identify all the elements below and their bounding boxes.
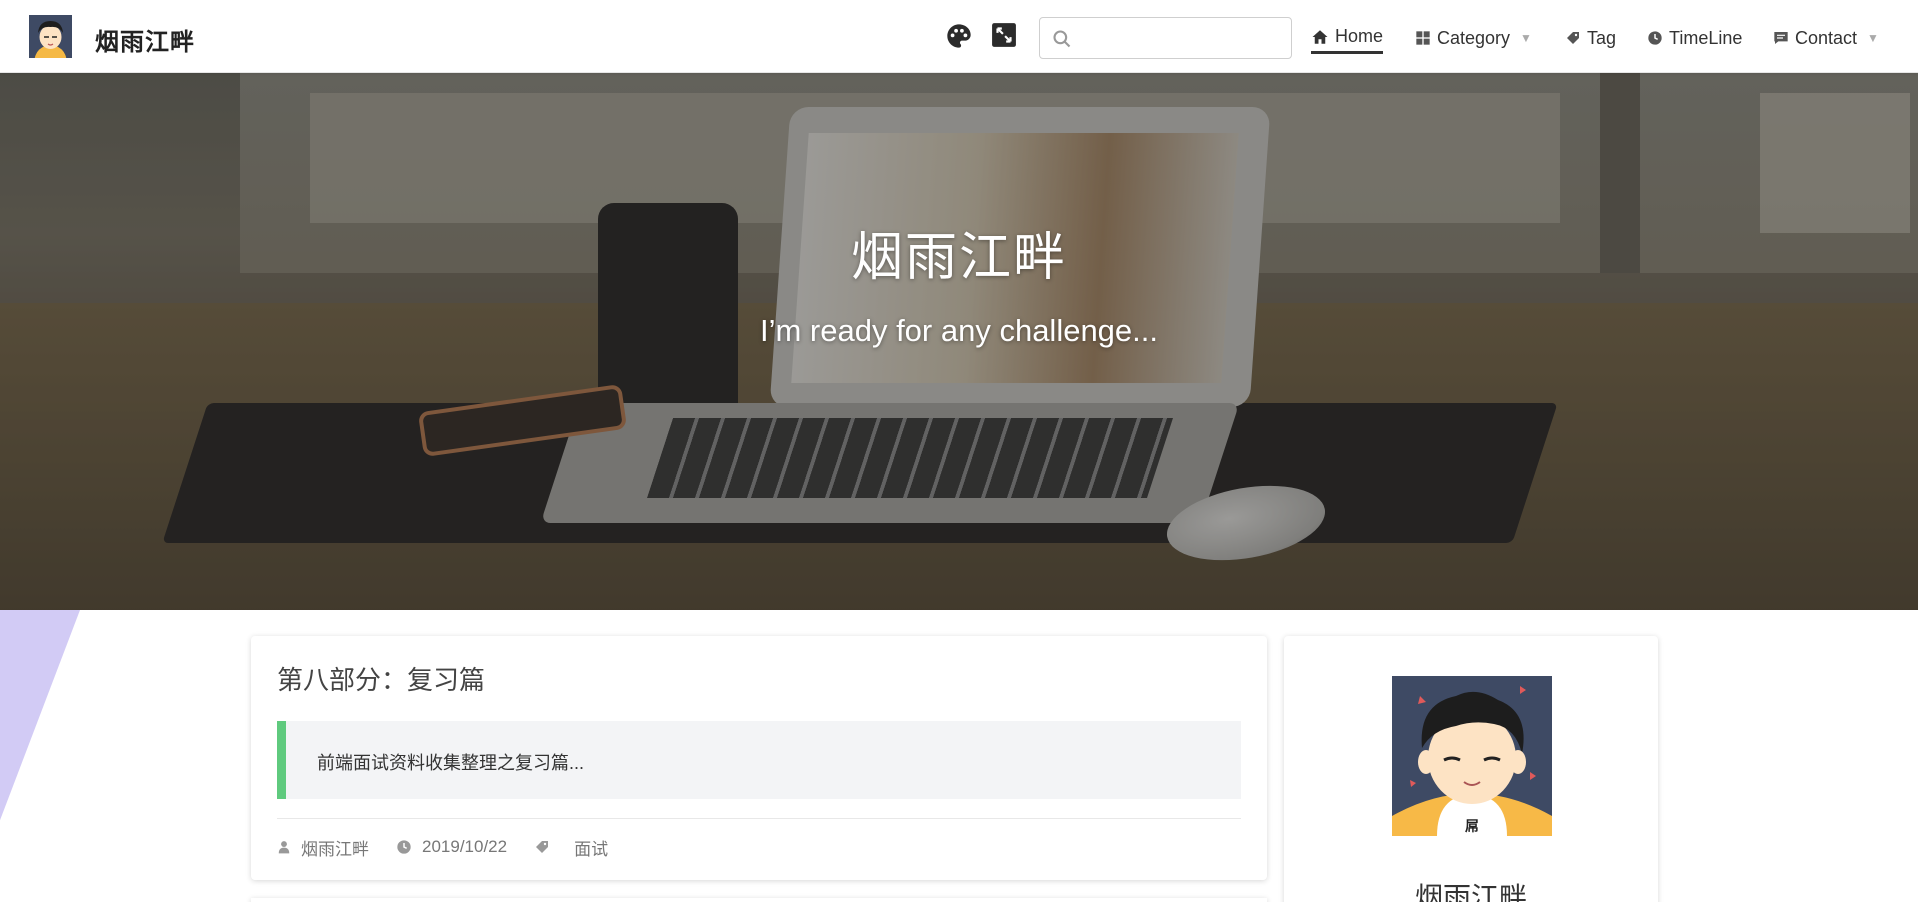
clock-icon xyxy=(397,840,411,854)
nav-contact-label: Contact xyxy=(1795,27,1858,48)
search-input[interactable] xyxy=(1080,24,1280,52)
user-icon xyxy=(278,841,290,854)
hero-subtitle: I’m ready for any challenge... xyxy=(759,313,1159,348)
home-icon xyxy=(1312,29,1328,44)
hero-title: 烟雨江畔 xyxy=(850,229,1067,287)
caret-down-icon: ▼ xyxy=(1867,31,1879,45)
grid-icon xyxy=(1416,31,1430,45)
nav-timeline-label: TimeLine xyxy=(1669,27,1743,48)
top-navbar: 烟雨江畔 Home Category ▼ Tag TimeLine Contac… xyxy=(0,0,1918,73)
post-meta: 烟雨江畔 2019/10/22 面试 xyxy=(277,834,635,860)
post-author: 烟雨江畔 xyxy=(277,835,369,860)
post-date-text: 2019/10/22 xyxy=(422,837,508,856)
post-tag[interactable]: 面试 xyxy=(534,835,608,860)
site-logo-avatar[interactable] xyxy=(29,15,72,58)
nav-tag-label: Tag xyxy=(1587,27,1617,48)
post-card: 第八部分：复习篇 前端面试资料收集整理之复习篇... 烟雨江畔 2019/10/… xyxy=(251,636,1267,880)
post-title[interactable]: 第八部分：复习篇 xyxy=(277,660,485,697)
post-tag-link[interactable]: 面试 xyxy=(574,835,608,860)
tag-icon xyxy=(1567,32,1579,44)
nav-timeline[interactable]: TimeLine xyxy=(1647,24,1742,52)
nav-home-label: Home xyxy=(1335,26,1384,46)
divider xyxy=(277,818,1241,819)
author-profile-card: 屌 烟雨江畔 xyxy=(1284,636,1658,902)
avatar-icon xyxy=(29,15,72,58)
message-icon xyxy=(1774,32,1788,44)
nav-tag[interactable]: Tag xyxy=(1565,24,1616,52)
search-icon xyxy=(1052,29,1072,49)
clock-icon xyxy=(1648,31,1662,45)
tag-icon xyxy=(536,841,549,853)
post-excerpt: 前端面试资料收集整理之复习篇... xyxy=(277,721,1241,799)
post-date: 2019/10/22 xyxy=(396,837,507,857)
nav-category-label: Category xyxy=(1437,27,1511,48)
author-name: 烟雨江畔 xyxy=(1414,882,1527,902)
hero-banner: 烟雨江畔 I’m ready for any challenge... xyxy=(0,73,1918,610)
nav-contact[interactable]: Contact ▼ xyxy=(1773,24,1879,52)
next-post-card xyxy=(251,898,1267,902)
nav-category[interactable]: Category ▼ xyxy=(1415,24,1532,52)
palette-icon[interactable] xyxy=(945,22,973,50)
nav-home[interactable]: Home xyxy=(1311,24,1384,54)
post-excerpt-text: 前端面试资料收集整理之复习篇... xyxy=(317,753,585,773)
author-avatar[interactable]: 屌 xyxy=(1392,676,1552,836)
search-box[interactable] xyxy=(1039,17,1292,59)
site-title[interactable]: 烟雨江畔 xyxy=(95,22,195,57)
avatar-icon: 屌 xyxy=(1392,676,1552,836)
background-decoration xyxy=(0,610,80,821)
post-author-name: 烟雨江畔 xyxy=(301,839,369,859)
fullscreen-icon[interactable] xyxy=(991,22,1019,50)
svg-text:屌: 屌 xyxy=(1465,819,1479,835)
caret-down-icon: ▼ xyxy=(1520,31,1532,45)
